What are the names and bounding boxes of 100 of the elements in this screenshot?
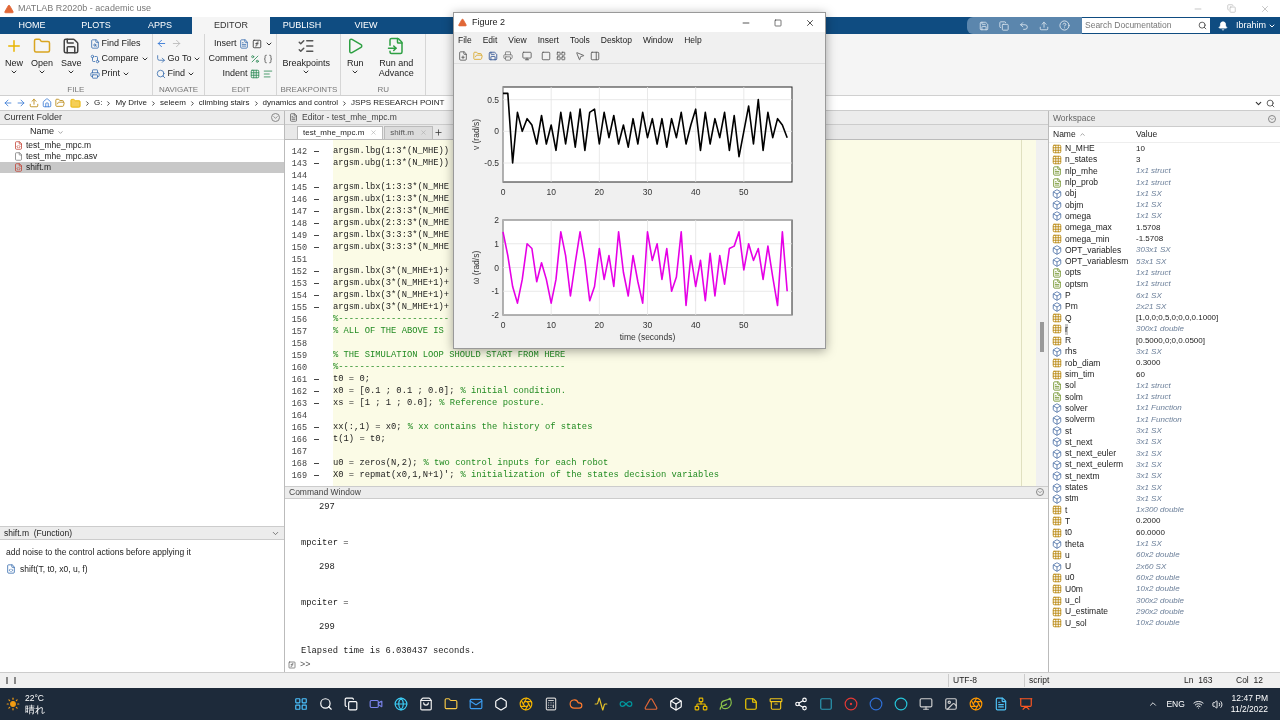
image-icon[interactable] <box>943 697 958 711</box>
file-row[interactable]: test_mhe_mpc.asv <box>0 151 284 162</box>
variable-name[interactable]: st_nextm <box>1065 470 1100 482</box>
squiggle-icon[interactable] <box>593 697 608 711</box>
variable-name[interactable]: t <box>1065 504 1068 516</box>
user-menu[interactable]: Ibrahim <box>1236 17 1280 34</box>
forward-arrow-icon[interactable] <box>16 98 26 108</box>
menu-item[interactable]: Desktop <box>600 33 632 47</box>
folder-icon[interactable] <box>443 697 458 711</box>
document-icon[interactable] <box>993 697 1008 711</box>
search-icon[interactable] <box>1266 98 1275 108</box>
file-tab[interactable]: shift.m <box>384 125 433 139</box>
variable-name[interactable]: OPT_variablesm <box>1065 256 1129 268</box>
variable-name[interactable]: st <box>1065 425 1072 437</box>
new-figure-icon[interactable] <box>458 50 468 61</box>
cube-icon[interactable] <box>668 697 683 711</box>
variable-name[interactable]: sol <box>1065 380 1076 392</box>
variable-name[interactable]: omega_max <box>1065 222 1112 234</box>
cloud-icon[interactable] <box>568 697 583 711</box>
colorbar-icon[interactable] <box>541 50 551 61</box>
weather-icon[interactable] <box>6 697 20 711</box>
ribbon-tab[interactable]: VIEW <box>334 17 398 34</box>
browse-icon[interactable] <box>55 98 65 108</box>
variable-name[interactable]: rhs <box>1065 346 1077 358</box>
variable-name[interactable]: U_sol <box>1065 617 1087 629</box>
variable-name[interactable]: objm <box>1065 199 1084 211</box>
circle-icon[interactable] <box>868 697 883 711</box>
aperture-icon[interactable] <box>968 697 983 711</box>
presentation-icon[interactable] <box>1018 697 1033 711</box>
menu-item[interactable]: File <box>458 33 472 47</box>
variable-name[interactable]: stm <box>1065 493 1079 505</box>
back-arrow-icon[interactable] <box>3 98 13 108</box>
file-tab[interactable]: test_mhe_mpc.m <box>297 125 384 139</box>
ribbon-button[interactable]: New <box>3 37 25 76</box>
target-icon[interactable] <box>843 697 858 711</box>
variable-name[interactable]: P <box>1065 290 1071 301</box>
braces-icon[interactable] <box>263 53 274 64</box>
menu-item[interactable]: Insert <box>537 33 559 47</box>
variable-name[interactable]: st_next_euler <box>1065 448 1117 460</box>
variable-name[interactable]: sim_tim <box>1065 369 1095 381</box>
monitor-icon[interactable] <box>522 50 532 61</box>
ribbon-button[interactable]: Indent <box>222 66 248 81</box>
search-icon[interactable] <box>318 697 333 711</box>
menu-item[interactable]: Edit <box>482 33 498 47</box>
variable-name[interactable]: omega_min <box>1065 233 1110 245</box>
store-icon[interactable] <box>418 697 433 711</box>
new-tab-icon[interactable] <box>433 127 443 137</box>
help-icon[interactable] <box>1059 20 1070 31</box>
menu-item[interactable]: Tools <box>569 33 590 47</box>
panel-menu-icon[interactable] <box>271 113 280 122</box>
variable-name[interactable]: solver <box>1065 402 1088 414</box>
ribbon-tab[interactable]: HOME <box>0 17 64 34</box>
variable-name[interactable]: Q <box>1065 312 1072 324</box>
windows-grid-icon[interactable] <box>293 697 308 711</box>
menu-item[interactable]: Window <box>642 33 674 47</box>
variable-name[interactable]: obj <box>1065 188 1077 200</box>
ribbon-tab[interactable]: PLOTS <box>64 17 128 34</box>
menu-item[interactable]: View <box>508 33 527 47</box>
variable-name[interactable]: solm <box>1065 391 1083 403</box>
network-icon[interactable] <box>693 697 708 711</box>
variable-name[interactable]: r <box>1065 323 1068 335</box>
print-icon[interactable] <box>503 50 513 61</box>
mail-icon[interactable] <box>468 697 483 711</box>
path-segment[interactable]: G: <box>94 97 103 109</box>
ribbon-button[interactable]: Find Files <box>89 37 149 50</box>
ribbon-button[interactable]: Run and Advance <box>370 37 423 78</box>
volume-icon[interactable] <box>1211 698 1223 710</box>
wifi-icon[interactable] <box>1192 698 1204 710</box>
variable-name[interactable]: rob_diam <box>1065 357 1101 369</box>
variable-name[interactable]: Pm <box>1065 301 1078 313</box>
ribbon-button[interactable]: Run <box>344 37 367 76</box>
variable-name[interactable]: u_cl <box>1065 595 1081 606</box>
legend-icon[interactable] <box>556 50 566 61</box>
maximize-icon[interactable] <box>774 18 782 27</box>
grid-icon[interactable] <box>250 68 261 79</box>
variable-name[interactable]: N_MHE <box>1065 143 1095 155</box>
language-indicator[interactable]: ENG <box>1166 697 1185 711</box>
globe-icon[interactable] <box>393 697 408 711</box>
search-field[interactable]: Search Documentation <box>1085 19 1198 32</box>
variable-name[interactable]: theta <box>1065 538 1084 550</box>
variable-name[interactable]: T <box>1065 515 1071 527</box>
ribbon-button[interactable]: Breakpoints <box>280 37 332 76</box>
monitor-icon[interactable] <box>918 697 933 711</box>
home-folder-icon[interactable] <box>42 98 52 108</box>
variable-name[interactable]: u0 <box>1065 572 1075 584</box>
leaf-icon[interactable] <box>718 697 733 711</box>
variable-name[interactable]: U <box>1065 561 1072 573</box>
ribbon-tab[interactable]: PUBLISH <box>270 17 334 34</box>
variable-name[interactable]: R <box>1065 335 1072 347</box>
variable-name[interactable]: nlp_mhe <box>1065 165 1098 177</box>
circle-icon[interactable] <box>893 697 908 711</box>
hexagon-icon[interactable] <box>493 697 508 711</box>
menu-item[interactable]: Help <box>684 33 702 47</box>
ribbon-button[interactable]: Insert <box>213 36 237 51</box>
ribbon-button[interactable]: Open <box>29 37 56 76</box>
scrollbar-thumb[interactable] <box>1040 321 1044 352</box>
function-icon[interactable] <box>252 38 263 49</box>
search-box[interactable]: Search Documentation <box>1082 18 1210 33</box>
variable-name[interactable]: t0 <box>1065 527 1073 539</box>
calculator-icon[interactable] <box>543 697 558 711</box>
